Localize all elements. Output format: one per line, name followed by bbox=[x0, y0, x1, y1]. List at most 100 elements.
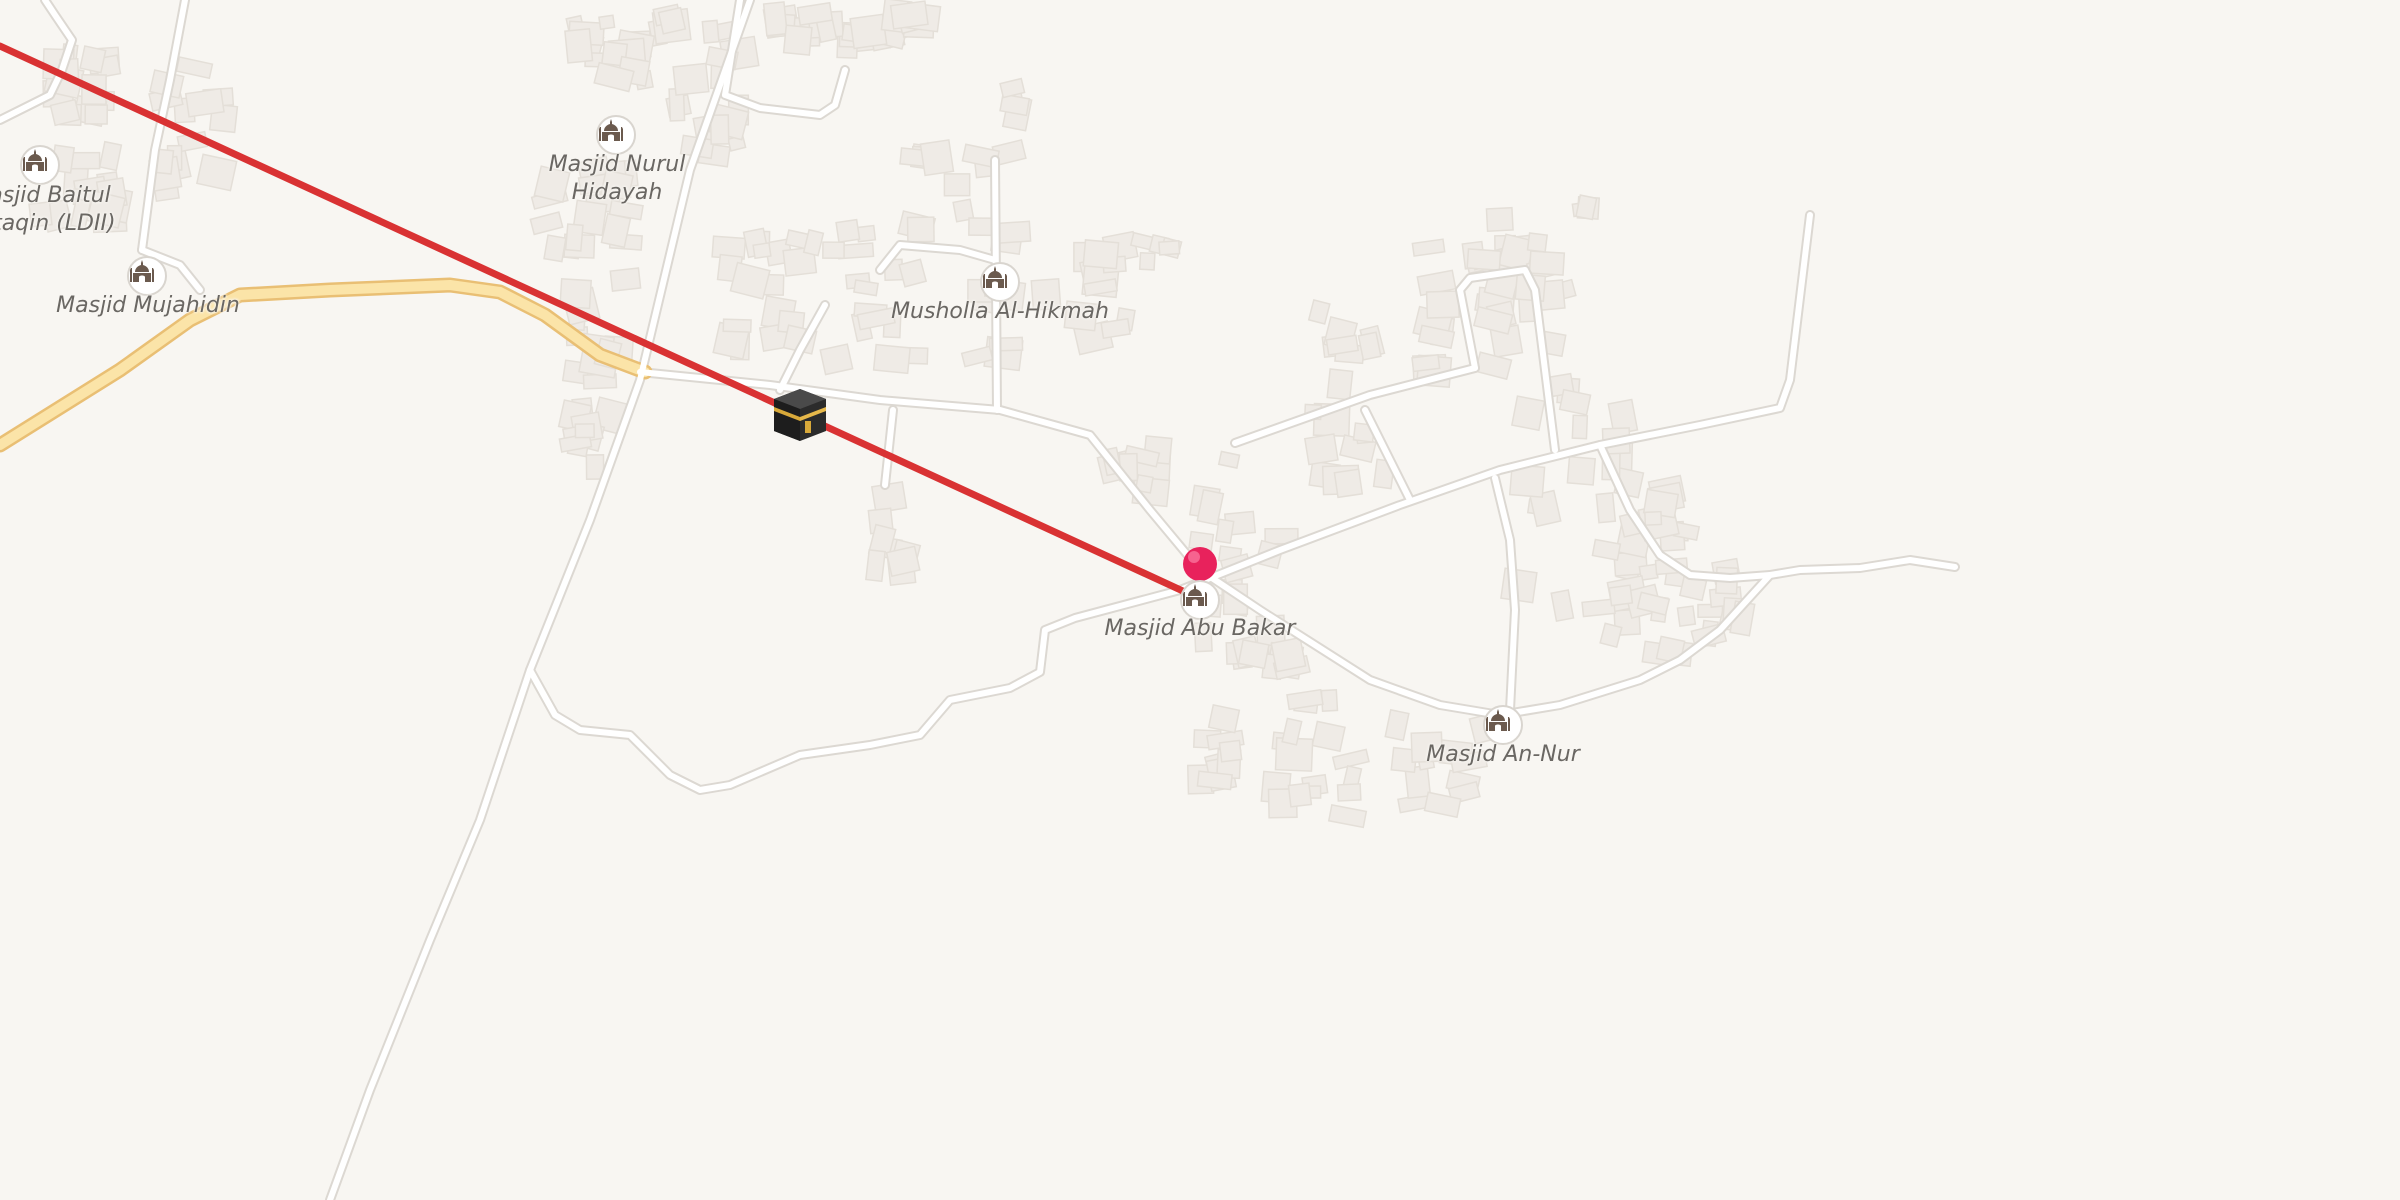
building bbox=[996, 220, 1032, 244]
poi-label-masjid-baitul-muttaqin: asjid Baitul ttaqin (LDII) bbox=[0, 182, 116, 238]
masjid-baitul-muttaqin-icon[interactable] bbox=[20, 145, 60, 185]
building bbox=[943, 173, 971, 197]
poi-label-line: Masjid Mujahidin bbox=[56, 293, 240, 318]
building bbox=[175, 56, 214, 80]
building bbox=[898, 258, 928, 288]
poi-label-line: Hidayah bbox=[571, 180, 663, 205]
building bbox=[574, 423, 595, 439]
poi-label-line: asjid Baitul bbox=[0, 183, 111, 208]
building bbox=[195, 153, 238, 192]
mosque-icon bbox=[130, 260, 154, 282]
building bbox=[729, 261, 771, 300]
building bbox=[1411, 353, 1441, 373]
poi-label-masjid-mujahidin: Masjid Mujahidin bbox=[56, 292, 240, 320]
building bbox=[1566, 455, 1597, 486]
poi-label-masjid-nurul-hidayah: Masjid Nurul Hidayah bbox=[549, 151, 686, 207]
building bbox=[1207, 703, 1241, 734]
poi-label-musholla-al-hikmah: Musholla Al-Hikmah bbox=[891, 298, 1109, 326]
building bbox=[1575, 194, 1598, 221]
building bbox=[1571, 414, 1589, 440]
building bbox=[889, 0, 929, 30]
building bbox=[1217, 450, 1241, 469]
building bbox=[529, 211, 564, 236]
building bbox=[906, 216, 935, 243]
building bbox=[79, 45, 107, 74]
building bbox=[1558, 388, 1592, 416]
building bbox=[1384, 708, 1410, 742]
building bbox=[1287, 782, 1313, 808]
building bbox=[1237, 639, 1270, 670]
building bbox=[822, 241, 845, 260]
building bbox=[782, 24, 813, 56]
building bbox=[1676, 605, 1697, 628]
building bbox=[1599, 622, 1623, 649]
building bbox=[1526, 232, 1549, 253]
building bbox=[1485, 206, 1514, 233]
poi-label-line: Masjid An-Nur bbox=[1426, 742, 1580, 767]
building bbox=[1311, 720, 1346, 753]
building bbox=[1303, 433, 1339, 466]
building bbox=[1307, 299, 1331, 325]
building bbox=[709, 114, 730, 145]
building bbox=[1326, 368, 1354, 401]
building bbox=[598, 14, 616, 31]
musholla-al-hikmah-icon[interactable] bbox=[980, 262, 1020, 302]
building bbox=[1333, 468, 1364, 499]
building bbox=[1528, 250, 1566, 276]
building bbox=[1591, 538, 1622, 561]
kaaba-icon[interactable] bbox=[770, 385, 830, 445]
building bbox=[1138, 251, 1156, 271]
building bbox=[885, 545, 921, 578]
poi-label-line: Musholla Al-Hikmah bbox=[891, 299, 1109, 324]
building bbox=[1644, 510, 1663, 526]
building bbox=[1214, 518, 1235, 544]
building bbox=[835, 218, 861, 244]
building bbox=[1510, 395, 1546, 432]
poi-label-line: ttaqin (LDII) bbox=[0, 211, 116, 236]
building bbox=[1425, 290, 1460, 319]
building bbox=[672, 62, 710, 96]
building bbox=[872, 343, 911, 375]
mosque-icon bbox=[23, 149, 47, 171]
masjid-mujahidin-icon[interactable] bbox=[127, 256, 167, 296]
building bbox=[849, 13, 888, 50]
map-canvas[interactable]: asjid Baitul ttaqin (LDII) Masjid Nurul … bbox=[0, 0, 2400, 1200]
poi-label-line: Masjid Abu Bakar bbox=[1104, 616, 1296, 641]
building bbox=[184, 87, 225, 118]
building bbox=[1196, 770, 1233, 791]
poi-label-masjid-an-nur: Masjid An-Nur bbox=[1426, 741, 1579, 769]
building bbox=[1082, 239, 1120, 270]
building bbox=[1474, 351, 1513, 381]
building bbox=[1595, 492, 1617, 524]
building bbox=[84, 104, 109, 125]
building bbox=[752, 242, 772, 260]
masjid-an-nur-icon[interactable] bbox=[1483, 705, 1523, 745]
building bbox=[1158, 240, 1181, 256]
building bbox=[600, 212, 632, 249]
poi-label-masjid-abu-bakar: Masjid Abu Bakar bbox=[1105, 615, 1296, 643]
building bbox=[819, 343, 854, 376]
building bbox=[564, 27, 594, 64]
building bbox=[701, 19, 720, 44]
mosque-icon bbox=[599, 119, 623, 141]
mosque-icon bbox=[983, 266, 1007, 288]
building bbox=[865, 549, 886, 583]
building bbox=[564, 223, 584, 252]
poi-label-line: Masjid Nurul bbox=[548, 152, 686, 177]
building bbox=[722, 318, 752, 333]
masjid-abu-bakar-icon[interactable] bbox=[1180, 580, 1220, 620]
building bbox=[1357, 331, 1382, 361]
building bbox=[543, 234, 567, 263]
mosque-icon bbox=[1183, 584, 1207, 606]
building bbox=[1327, 803, 1368, 829]
mosque-icon bbox=[1486, 709, 1510, 731]
building bbox=[762, 1, 788, 37]
building bbox=[853, 279, 879, 297]
building bbox=[919, 139, 955, 177]
building bbox=[657, 6, 687, 35]
building bbox=[1608, 584, 1634, 607]
masjid-nurul-hidayah-icon[interactable] bbox=[596, 115, 636, 155]
building bbox=[1336, 783, 1362, 802]
building bbox=[1320, 689, 1339, 712]
building bbox=[1550, 589, 1575, 623]
